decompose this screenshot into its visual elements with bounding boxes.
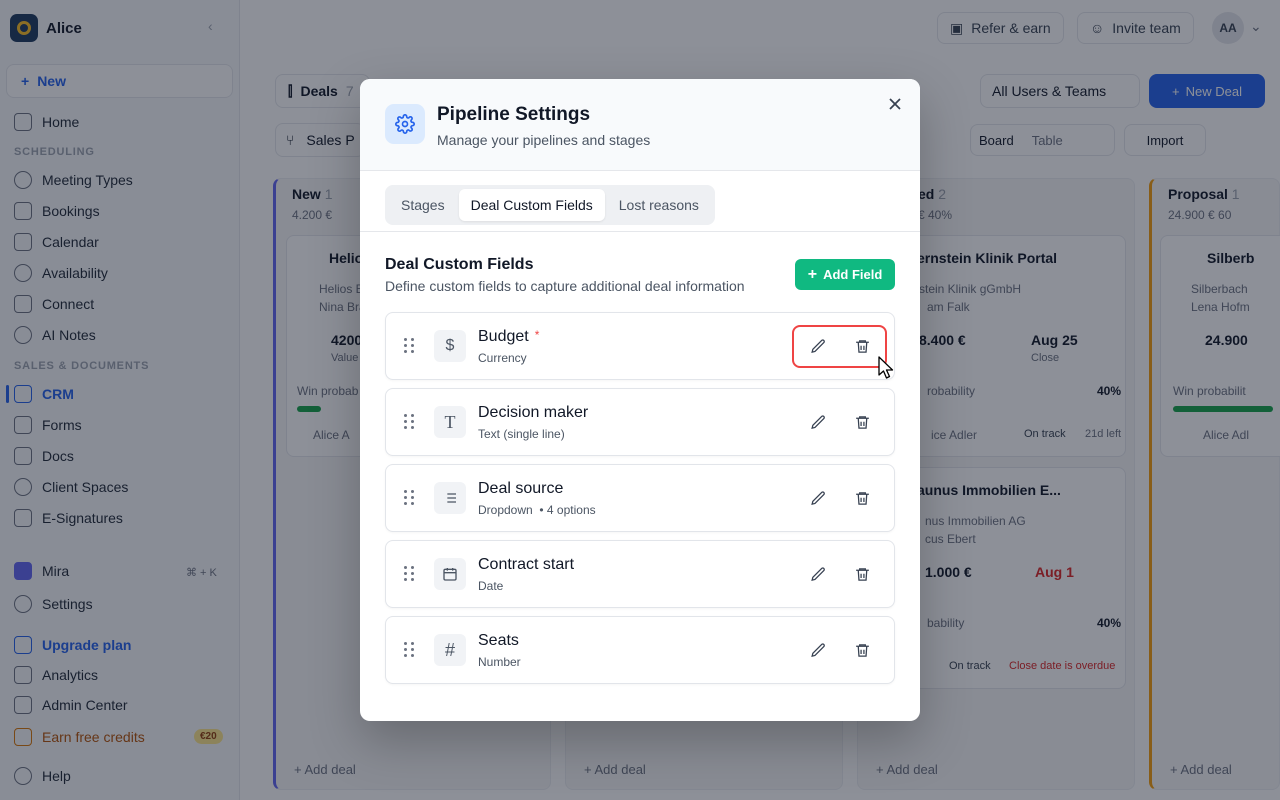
list-icon	[434, 482, 466, 514]
field-type: Currency	[478, 351, 527, 365]
delete-trash-icon[interactable]	[851, 563, 873, 585]
calendar-icon	[434, 558, 466, 590]
required-indicator: *	[534, 328, 540, 342]
tab-stages[interactable]: Stages	[389, 189, 457, 221]
section-subtitle: Define custom fields to capture addition…	[385, 278, 745, 294]
field-options-count: • 4 options	[539, 503, 596, 517]
drag-handle-icon[interactable]	[404, 414, 414, 430]
delete-trash-icon[interactable]	[851, 487, 873, 509]
action-highlight	[792, 325, 887, 368]
custom-field-row: Deal source Dropdown • 4 options	[385, 464, 895, 532]
drag-handle-icon[interactable]	[404, 490, 414, 506]
plus-icon: +	[807, 265, 818, 283]
field-type: Text (single line)	[478, 427, 565, 441]
drag-handle-icon[interactable]	[404, 338, 414, 354]
modal-title: Pipeline Settings	[437, 104, 591, 125]
field-name: Decision maker	[478, 404, 589, 421]
drag-handle-icon[interactable]	[404, 642, 414, 658]
pipeline-settings-modal: Pipeline Settings Manage your pipelines …	[360, 79, 920, 721]
tab-deal-custom-fields[interactable]: Deal Custom Fields	[458, 189, 605, 221]
custom-field-row: # Seats Number	[385, 616, 895, 684]
add-field-button[interactable]: + Add Field	[795, 259, 895, 290]
text-icon: T	[434, 406, 466, 438]
edit-pencil-icon[interactable]	[807, 411, 829, 433]
dollar-icon: $	[434, 330, 466, 362]
custom-field-row: T Decision maker Text (single line)	[385, 388, 895, 456]
edit-pencil-icon[interactable]	[807, 563, 829, 585]
mouse-cursor-icon	[877, 356, 895, 383]
tab-lost-reasons[interactable]: Lost reasons	[607, 189, 711, 221]
delete-trash-icon[interactable]	[851, 639, 873, 661]
gear-icon	[385, 104, 425, 144]
custom-field-row: Contract start Date	[385, 540, 895, 608]
delete-trash-icon[interactable]	[851, 411, 873, 433]
field-name: Budget *	[478, 328, 540, 345]
hash-icon: #	[434, 634, 466, 666]
field-name: Deal source	[478, 480, 564, 497]
field-type: Date	[478, 579, 504, 593]
close-icon[interactable]	[885, 94, 905, 114]
edit-pencil-icon[interactable]	[807, 639, 829, 661]
drag-handle-icon[interactable]	[404, 566, 414, 582]
modal-subtitle: Manage your pipelines and stages	[437, 132, 651, 148]
modal-header: Pipeline Settings Manage your pipelines …	[360, 79, 920, 171]
modal-tabs: Stages Deal Custom Fields Lost reasons	[385, 185, 715, 225]
field-type: Number	[478, 655, 521, 669]
section-title: Deal Custom Fields	[385, 256, 534, 273]
field-name: Contract start	[478, 556, 575, 573]
edit-pencil-icon[interactable]	[807, 487, 829, 509]
field-type: Dropdown • 4 options	[478, 503, 596, 517]
field-name: Seats	[478, 632, 519, 649]
divider	[360, 231, 920, 232]
